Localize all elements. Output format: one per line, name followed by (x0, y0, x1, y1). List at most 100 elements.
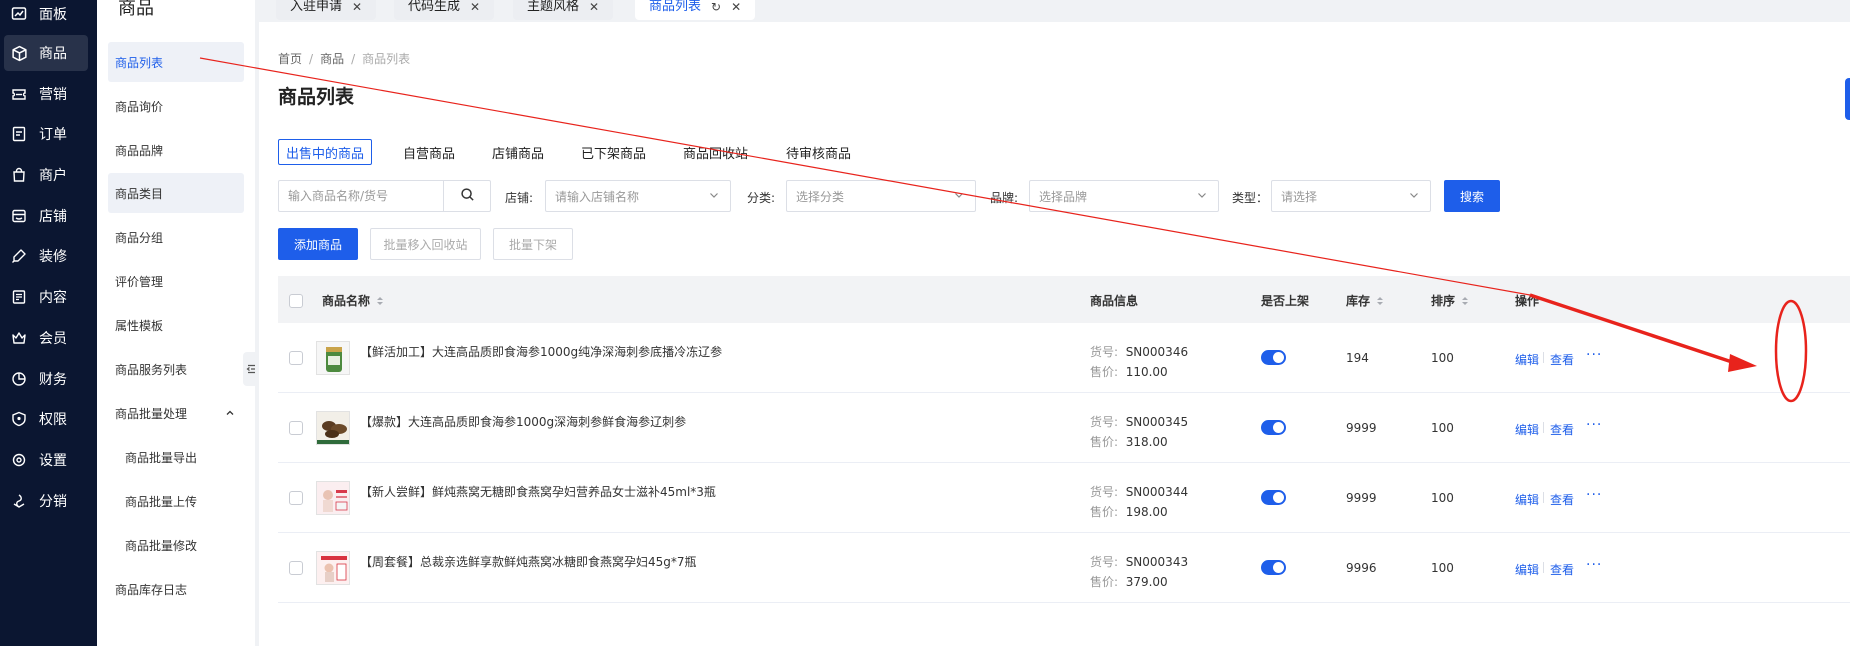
close-icon[interactable]: ✕ (470, 0, 480, 14)
product-sku: 货号: SN000344 (1090, 483, 1188, 500)
product-name[interactable]: 【新人尝鲜】鲜炖燕窝无糖即食燕窝孕妇营养品女士滋补45ml*3瓶 (360, 483, 716, 500)
column-stock[interactable]: 库存 (1346, 292, 1384, 309)
search-icon-button[interactable] (443, 181, 490, 211)
batch-unlist-button[interactable]: 批量下架 (493, 228, 573, 260)
sku-key: 货号: (1090, 485, 1119, 499)
submenu-item-batch-export[interactable]: 商品批量导出 (108, 437, 244, 477)
price-value: 110.00 (1125, 365, 1168, 379)
tab-goods-list[interactable]: 商品列表 ↻ ✕ (635, 0, 756, 20)
nav-item-members[interactable]: 会员 (0, 318, 97, 358)
view-link[interactable]: 查看 (1550, 351, 1574, 368)
tab-theme-style[interactable]: 主题风格 ✕ (513, 0, 614, 20)
submenu-item-goods-list[interactable]: 商品列表 (108, 42, 244, 82)
submenu-item-reviews[interactable]: 评价管理 (108, 261, 244, 301)
price-key: 售价: (1090, 505, 1119, 519)
nav-item-permissions[interactable]: 权限 (0, 399, 97, 439)
submenu-item-stock-log[interactable]: 商品库存日志 (108, 569, 244, 609)
batch-recycle-button[interactable]: 批量移入回收站 (370, 228, 481, 260)
product-thumbnail[interactable] (316, 411, 350, 445)
tab-code-generation[interactable]: 代码生成 ✕ (394, 0, 495, 20)
product-thumbnail[interactable] (316, 481, 350, 515)
breadcrumb-home[interactable]: 首页 (278, 52, 302, 66)
table-header: 商品名称 商品信息 是否上架 库存 排序 操作 (278, 276, 1850, 323)
nav-item-distribution[interactable]: 分销 (0, 481, 97, 521)
listed-toggle[interactable] (1261, 350, 1286, 365)
brand-select[interactable]: 选择品牌 (1029, 180, 1219, 212)
more-actions-icon[interactable]: ··· (1586, 557, 1602, 573)
nav-item-decoration[interactable]: 装修 (0, 236, 97, 276)
chevron-down-icon (953, 189, 965, 204)
more-actions-icon[interactable]: ··· (1586, 417, 1602, 433)
submenu-item-inquiry[interactable]: 商品询价 (108, 86, 244, 126)
submenu-item-attribute-templates[interactable]: 属性模板 (108, 305, 244, 345)
nav-item-settings[interactable]: 设置 (0, 440, 97, 480)
close-icon[interactable]: ✕ (731, 0, 741, 14)
submenu-item-batch-upload[interactable]: 商品批量上传 (108, 481, 244, 521)
column-label: 商品名称 (322, 294, 371, 308)
close-icon[interactable]: ✕ (589, 0, 599, 14)
status-tab-on-sale[interactable]: 出售中的商品 (278, 139, 373, 165)
status-tab-self-operated[interactable]: 自营商品 (403, 139, 455, 165)
product-thumbnail[interactable] (316, 341, 350, 375)
view-link[interactable]: 查看 (1550, 491, 1574, 508)
ticket-icon (10, 85, 28, 103)
breadcrumb-parent[interactable]: 商品 (320, 52, 344, 66)
submenu-item-batch-processing[interactable]: 商品批量处理 (108, 393, 244, 433)
product-name[interactable]: 【爆款】大连高品质即食海参1000g深海刺参鲜食海参辽刺参 (360, 413, 686, 430)
edit-link[interactable]: 编辑 (1515, 561, 1539, 578)
nav-item-marketing[interactable]: 营销 (0, 74, 97, 114)
view-link[interactable]: 查看 (1550, 561, 1574, 578)
column-sort[interactable]: 排序 (1431, 292, 1469, 309)
type-select[interactable]: 请选择 (1271, 180, 1431, 212)
floating-side-handle[interactable] (1845, 78, 1850, 120)
status-tab-recycle-bin[interactable]: 商品回收站 (683, 139, 748, 165)
listed-toggle[interactable] (1261, 490, 1286, 505)
more-actions-icon[interactable]: ··· (1586, 487, 1602, 503)
category-select[interactable]: 选择分类 (786, 180, 976, 212)
nav-item-orders[interactable]: 订单 (0, 114, 97, 154)
submenu-item-service-list[interactable]: 商品服务列表 (108, 349, 244, 389)
status-tab-unlisted[interactable]: 已下架商品 (581, 139, 646, 165)
listed-toggle[interactable] (1261, 560, 1286, 575)
product-name[interactable]: 【周套餐】总裁亲选鲜享款鲜炖燕窝冰糖即食燕窝孕妇45g*7瓶 (360, 553, 697, 570)
product-name[interactable]: 【鲜活加工】大连高品质即食海参1000g纯净深海刺参底播冷冻辽参 (360, 343, 722, 360)
refresh-icon[interactable]: ↻ (711, 0, 721, 14)
nav-item-stores[interactable]: 店铺 (0, 196, 97, 236)
edit-link[interactable]: 编辑 (1515, 421, 1539, 438)
select-all-checkbox[interactable] (289, 294, 303, 308)
share-icon (10, 492, 28, 510)
store-icon (10, 207, 28, 225)
brand-select-placeholder: 选择品牌 (1039, 189, 1088, 204)
search-button[interactable]: 搜索 (1444, 180, 1500, 212)
tab-settled-application[interactable]: 入驻申请 ✕ (276, 0, 377, 20)
edit-link[interactable]: 编辑 (1515, 351, 1539, 368)
submenu-item-batch-processing-label: 商品批量处理 (115, 406, 188, 421)
status-tab-store-goods[interactable]: 店铺商品 (492, 139, 544, 165)
row-checkbox[interactable] (289, 351, 303, 365)
status-tab-pending-review[interactable]: 待审核商品 (786, 139, 851, 165)
product-thumbnail[interactable] (316, 551, 350, 585)
column-operations: 操作 (1515, 294, 1540, 308)
edit-link[interactable]: 编辑 (1515, 491, 1539, 508)
nav-item-content[interactable]: 内容 (0, 277, 97, 317)
more-actions-icon[interactable]: ··· (1586, 347, 1602, 363)
nav-item-goods[interactable]: 商品 (0, 33, 97, 73)
view-link[interactable]: 查看 (1550, 421, 1574, 438)
submenu-item-categories[interactable]: 商品类目 (108, 173, 244, 213)
goods-search-input[interactable] (279, 182, 444, 210)
submenu-item-groups[interactable]: 商品分组 (108, 217, 244, 257)
column-goods-name[interactable]: 商品名称 (322, 292, 384, 309)
submenu-item-batch-edit[interactable]: 商品批量修改 (108, 525, 244, 565)
search-icon (460, 187, 475, 206)
close-icon[interactable]: ✕ (352, 0, 362, 14)
row-checkbox[interactable] (289, 561, 303, 575)
nav-item-finance[interactable]: 财务 (0, 359, 97, 399)
row-checkbox[interactable] (289, 421, 303, 435)
nav-item-merchants[interactable]: 商户 (0, 155, 97, 195)
row-checkbox[interactable] (289, 491, 303, 505)
listed-toggle[interactable] (1261, 420, 1286, 435)
shop-select[interactable]: 请输入店铺名称 (545, 180, 731, 212)
submenu-item-brands[interactable]: 商品品牌 (108, 130, 244, 170)
nav-item-dashboard[interactable]: 面板 (0, 0, 97, 34)
add-goods-button[interactable]: 添加商品 (278, 228, 358, 260)
